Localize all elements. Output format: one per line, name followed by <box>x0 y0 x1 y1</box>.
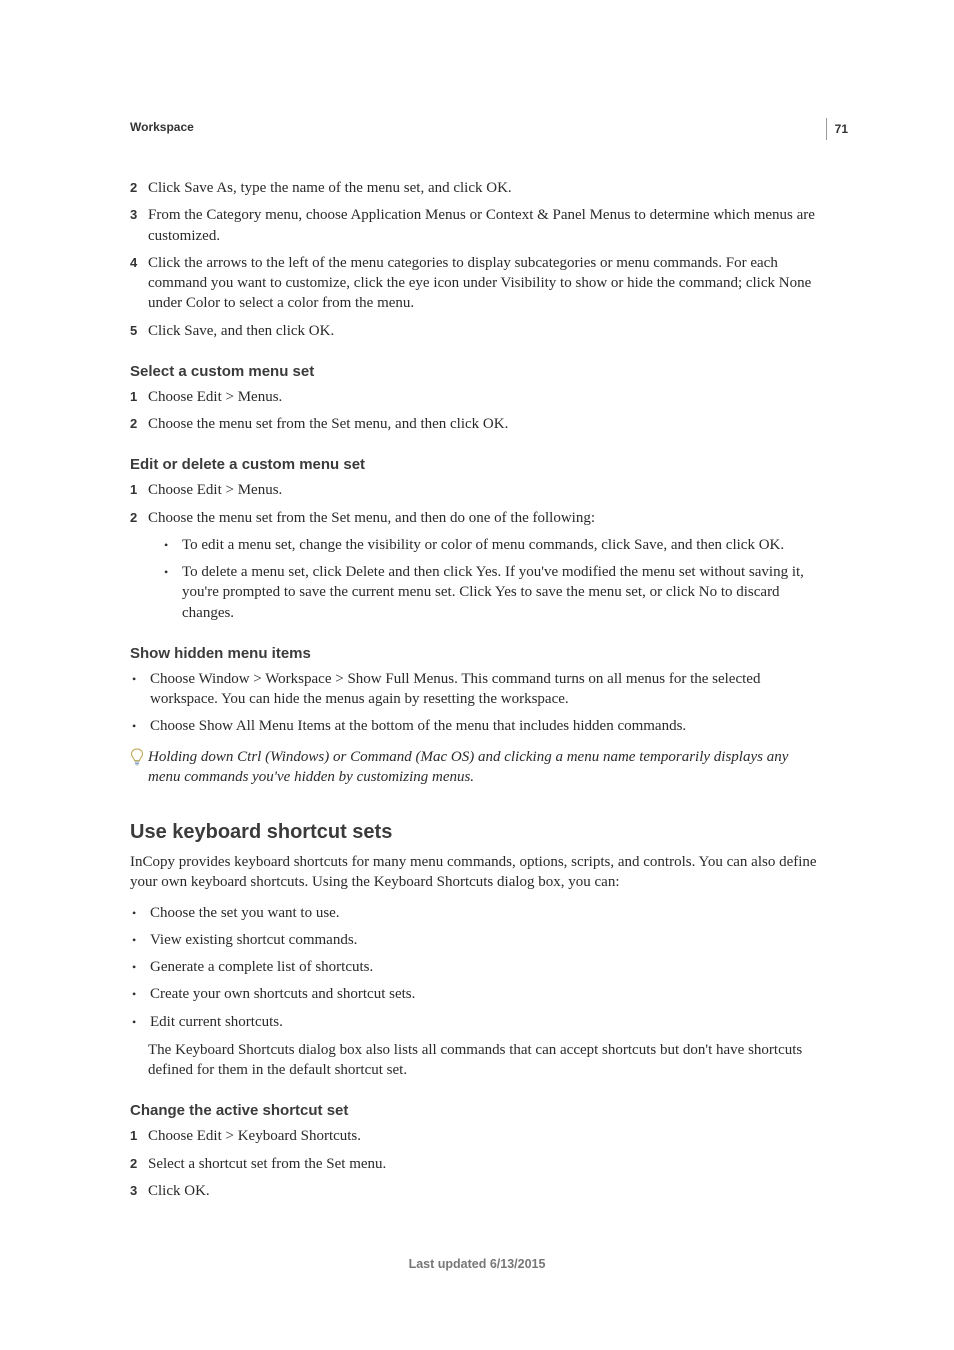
steps-list-top: 2Click Save As, type the name of the men… <box>130 178 824 341</box>
steps-list-change-active: 1Choose Edit > Keyboard Shortcuts. 2Sele… <box>130 1126 824 1201</box>
step-text: From the Category menu, choose Applicati… <box>148 205 824 246</box>
list-item: Edit current shortcuts. <box>130 1012 824 1032</box>
step-number: 2 <box>130 415 148 433</box>
list-item-text: To delete a menu set, click Delete and t… <box>182 562 824 623</box>
list-item: Generate a complete list of shortcuts. <box>130 957 824 977</box>
document-page: 71 Workspace 2Click Save As, type the na… <box>0 0 954 1331</box>
step-item: 2Choose the menu set from the Set menu, … <box>130 508 824 528</box>
list-item-text: View existing shortcut commands. <box>150 930 357 950</box>
tip-text: Holding down Ctrl (Windows) or Command (… <box>148 747 824 788</box>
tip-block: Holding down Ctrl (Windows) or Command (… <box>130 747 824 788</box>
list-item-text: Edit current shortcuts. <box>150 1012 283 1032</box>
step-item: 1Choose Edit > Menus. <box>130 387 824 407</box>
list-item: To delete a menu set, click Delete and t… <box>162 562 824 623</box>
list-item: Create your own shortcuts and shortcut s… <box>130 984 824 1004</box>
step-number: 1 <box>130 388 148 406</box>
step-item: 2Click Save As, type the name of the men… <box>130 178 824 198</box>
heading-edit-delete-set: Edit or delete a custom menu set <box>130 456 824 473</box>
step-item: 1Choose Edit > Menus. <box>130 480 824 500</box>
list-item-text: Choose Show All Menu Items at the bottom… <box>150 716 686 736</box>
step-number: 1 <box>130 1127 148 1145</box>
steps-list-select: 1Choose Edit > Menus. 2Choose the menu s… <box>130 387 824 435</box>
step-number: 3 <box>130 206 148 224</box>
step-number: 4 <box>130 254 148 272</box>
step-item: 4Click the arrows to the left of the men… <box>130 253 824 314</box>
heading-change-active-set: Change the active shortcut set <box>130 1102 824 1119</box>
list-item-text: Choose Window > Workspace > Show Full Me… <box>150 669 824 710</box>
step-item: 5Click Save, and then click OK. <box>130 321 824 341</box>
step-text: Click OK. <box>148 1181 824 1201</box>
step-item: 2Select a shortcut set from the Set menu… <box>130 1154 824 1174</box>
bullets-kb-shortcuts: Choose the set you want to use. View exi… <box>130 903 824 1032</box>
step-item: 1Choose Edit > Keyboard Shortcuts. <box>130 1126 824 1146</box>
post-paragraph: The Keyboard Shortcuts dialog box also l… <box>148 1040 824 1081</box>
list-item-text: To edit a menu set, change the visibilit… <box>182 535 784 555</box>
steps-list-edit-delete: 1Choose Edit > Menus. 2Choose the menu s… <box>130 480 824 528</box>
step-text: Click Save, and then click OK. <box>148 321 824 341</box>
list-item-text: Choose the set you want to use. <box>150 903 340 923</box>
step-number: 2 <box>130 179 148 197</box>
list-item: Choose Show All Menu Items at the bottom… <box>130 716 824 736</box>
step-number: 1 <box>130 481 148 499</box>
intro-paragraph: InCopy provides keyboard shortcuts for m… <box>130 852 824 893</box>
step-text: Choose Edit > Menus. <box>148 387 824 407</box>
step-text: Choose the menu set from the Set menu, a… <box>148 508 824 528</box>
list-item-text: Generate a complete list of shortcuts. <box>150 957 373 977</box>
step-text: Choose Edit > Keyboard Shortcuts. <box>148 1126 824 1146</box>
step-item: 3From the Category menu, choose Applicat… <box>130 205 824 246</box>
list-item-text: Create your own shortcuts and shortcut s… <box>150 984 415 1004</box>
running-header: Workspace <box>130 120 824 134</box>
bullets-show-hidden: Choose Window > Workspace > Show Full Me… <box>130 669 824 737</box>
step-text: Choose Edit > Menus. <box>148 480 824 500</box>
step-number: 5 <box>130 322 148 340</box>
step-item: 2Choose the menu set from the Set menu, … <box>130 414 824 434</box>
step-text: Select a shortcut set from the Set menu. <box>148 1154 824 1174</box>
step-number: 3 <box>130 1182 148 1200</box>
sub-bullets-edit-delete: To edit a menu set, change the visibilit… <box>162 535 824 623</box>
list-item: To edit a menu set, change the visibilit… <box>162 535 824 555</box>
step-item: 3Click OK. <box>130 1181 824 1201</box>
list-item: Choose Window > Workspace > Show Full Me… <box>130 669 824 710</box>
page-number: 71 <box>826 118 848 140</box>
list-item: View existing shortcut commands. <box>130 930 824 950</box>
lightbulb-icon <box>130 747 148 771</box>
step-text: Click the arrows to the left of the menu… <box>148 253 824 314</box>
page-footer: Last updated 6/13/2015 <box>130 1257 824 1271</box>
heading-select-custom-set: Select a custom menu set <box>130 363 824 380</box>
step-text: Click Save As, type the name of the menu… <box>148 178 824 198</box>
step-number: 2 <box>130 509 148 527</box>
step-number: 2 <box>130 1155 148 1173</box>
heading-use-kb-shortcuts: Use keyboard shortcut sets <box>130 821 824 844</box>
step-text: Choose the menu set from the Set menu, a… <box>148 414 824 434</box>
heading-show-hidden: Show hidden menu items <box>130 645 824 662</box>
list-item: Choose the set you want to use. <box>130 903 824 923</box>
